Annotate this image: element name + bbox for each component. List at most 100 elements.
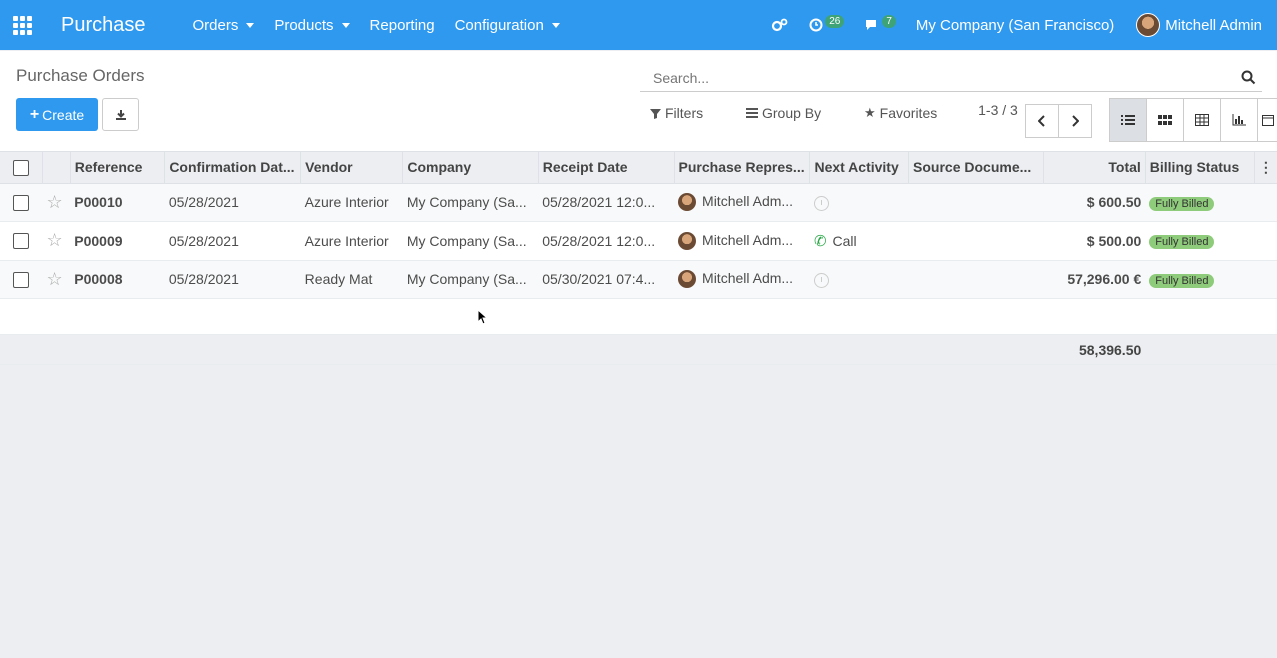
cell-vendor: Azure Interior bbox=[300, 183, 403, 222]
clock-icon bbox=[809, 18, 823, 32]
messages-button[interactable]: 7 bbox=[864, 14, 896, 32]
graph-view-button[interactable] bbox=[1220, 98, 1258, 142]
favorite-column-header bbox=[42, 152, 71, 184]
kanban-view-button[interactable] bbox=[1146, 98, 1184, 142]
user-name: Mitchell Admin bbox=[1165, 16, 1262, 34]
vertical-dots-icon: ⋮ bbox=[1258, 158, 1273, 175]
star-icon: ★ bbox=[864, 105, 876, 120]
row-checkbox[interactable] bbox=[13, 194, 30, 211]
menu-configuration[interactable]: Configuration bbox=[455, 17, 560, 34]
cell-next-activity[interactable]: ✆ Call bbox=[809, 221, 909, 261]
table-row[interactable]: ☆ P00009 05/28/2021 Azure Interior My Co… bbox=[0, 221, 1277, 261]
cell-confirmation-date: 05/28/2021 bbox=[164, 221, 301, 261]
status-badge: Fully Billed bbox=[1149, 235, 1215, 250]
calendar-view-button[interactable] bbox=[1257, 98, 1277, 142]
column-header-receipt-date[interactable]: Receipt Date bbox=[538, 152, 675, 184]
clock-icon[interactable] bbox=[813, 272, 829, 288]
cell-reference: P00010 bbox=[70, 183, 165, 222]
row-checkbox[interactable] bbox=[13, 233, 30, 250]
cell-receipt-date: 05/28/2021 12:0... bbox=[538, 221, 675, 261]
table-icon bbox=[1195, 114, 1209, 126]
cell-total: $ 500.00 bbox=[1043, 221, 1146, 261]
column-header-reference[interactable]: Reference bbox=[70, 152, 166, 184]
download-button[interactable] bbox=[102, 98, 139, 131]
totals-row: 58,396.50 bbox=[0, 334, 1277, 365]
debug-gears-icon[interactable] bbox=[771, 18, 789, 32]
app-brand[interactable]: Purchase bbox=[61, 14, 146, 37]
list-view-button[interactable] bbox=[1109, 98, 1147, 142]
select-all-checkbox[interactable] bbox=[13, 159, 30, 176]
select-all-header[interactable] bbox=[0, 152, 44, 184]
page-title: Purchase Orders bbox=[16, 66, 145, 85]
favorites-button[interactable]: ★ Favorites bbox=[864, 105, 937, 121]
pivot-view-button[interactable] bbox=[1183, 98, 1221, 142]
chevron-right-icon bbox=[1072, 115, 1079, 127]
empty-row bbox=[0, 298, 1277, 335]
cell-source-document bbox=[908, 183, 1044, 222]
plus-icon: + bbox=[29, 105, 40, 123]
bar-chart-icon bbox=[1232, 114, 1246, 126]
company-switcher[interactable]: My Company (San Francisco) bbox=[916, 17, 1114, 34]
group-by-button[interactable]: Group By bbox=[746, 105, 821, 121]
activity-count-badge: 26 bbox=[825, 14, 845, 28]
apps-menu-icon[interactable] bbox=[0, 0, 44, 50]
top-navbar: Purchase Orders Products Reporting Confi… bbox=[0, 0, 1277, 50]
row-checkbox[interactable] bbox=[13, 271, 30, 288]
cell-billing-status: Fully Billed bbox=[1145, 183, 1255, 222]
avatar bbox=[678, 193, 697, 212]
clock-icon[interactable] bbox=[813, 195, 829, 211]
cell-billing-status: Fully Billed bbox=[1145, 260, 1255, 299]
download-icon bbox=[115, 109, 126, 120]
cell-next-activity[interactable] bbox=[809, 260, 909, 299]
create-button[interactable]: + Create bbox=[16, 98, 98, 131]
activity-button[interactable]: 26 bbox=[809, 14, 845, 32]
cell-total: $ 600.50 bbox=[1043, 183, 1146, 222]
control-panel: Purchase Orders + Create Filters Group B… bbox=[0, 51, 1277, 152]
message-count-badge: 7 bbox=[882, 14, 896, 28]
filters-button[interactable]: Filters bbox=[650, 105, 703, 121]
avatar bbox=[678, 231, 697, 250]
column-header-company[interactable]: Company bbox=[402, 152, 539, 184]
search-input[interactable] bbox=[640, 69, 1220, 86]
cell-company: My Company (Sa... bbox=[402, 260, 539, 299]
cell-source-document bbox=[908, 221, 1044, 261]
pager-next-button[interactable] bbox=[1058, 104, 1092, 138]
cell-vendor: Azure Interior bbox=[300, 221, 403, 261]
column-header-vendor[interactable]: Vendor bbox=[300, 152, 404, 184]
cell-reference: P00009 bbox=[70, 221, 165, 261]
cell-reference: P00008 bbox=[70, 260, 165, 299]
star-icon[interactable]: ☆ bbox=[47, 269, 63, 289]
avatar bbox=[1136, 13, 1161, 37]
column-header-total[interactable]: Total bbox=[1043, 152, 1146, 184]
column-header-source-document[interactable]: Source Docume... bbox=[908, 152, 1045, 184]
cell-next-activity[interactable] bbox=[809, 183, 909, 222]
chevron-down-icon bbox=[341, 22, 350, 28]
cell-billing-status: Fully Billed bbox=[1145, 221, 1255, 261]
table-row[interactable]: ☆ P00008 05/28/2021 Ready Mat My Company… bbox=[0, 260, 1277, 299]
star-icon[interactable]: ☆ bbox=[47, 192, 63, 212]
pager-value[interactable]: 1-3 / 3 bbox=[978, 99, 1018, 121]
status-badge: Fully Billed bbox=[1149, 196, 1215, 211]
column-header-billing-status[interactable]: Billing Status bbox=[1145, 152, 1255, 184]
search-icon[interactable] bbox=[1241, 70, 1256, 85]
user-menu[interactable]: Mitchell Admin bbox=[1136, 13, 1262, 37]
status-badge: Fully Billed bbox=[1149, 273, 1215, 288]
cell-company: My Company (Sa... bbox=[402, 183, 539, 222]
funnel-icon bbox=[650, 108, 661, 119]
column-header-purchase-representative[interactable]: Purchase Repres... bbox=[674, 152, 811, 184]
menu-products[interactable]: Products bbox=[274, 17, 350, 34]
table-row[interactable]: ☆ P00010 05/28/2021 Azure Interior My Co… bbox=[0, 183, 1277, 222]
optional-columns-toggle[interactable]: ⋮ bbox=[1254, 152, 1277, 184]
pager-previous-button[interactable] bbox=[1025, 104, 1059, 138]
menu-reporting[interactable]: Reporting bbox=[370, 17, 435, 34]
column-header-next-activity[interactable]: Next Activity bbox=[809, 152, 910, 184]
list-icon bbox=[1121, 115, 1135, 125]
column-header-confirmation-date[interactable]: Confirmation Dat... bbox=[164, 152, 302, 184]
bars-icon bbox=[746, 108, 758, 118]
star-icon[interactable]: ☆ bbox=[47, 230, 63, 250]
cell-total: 57,296.00 € bbox=[1043, 260, 1146, 299]
menu-orders[interactable]: Orders bbox=[193, 17, 255, 34]
kanban-grid-icon bbox=[1158, 115, 1172, 125]
grand-total: 58,396.50 bbox=[1043, 334, 1146, 365]
chevron-down-icon bbox=[246, 22, 255, 28]
